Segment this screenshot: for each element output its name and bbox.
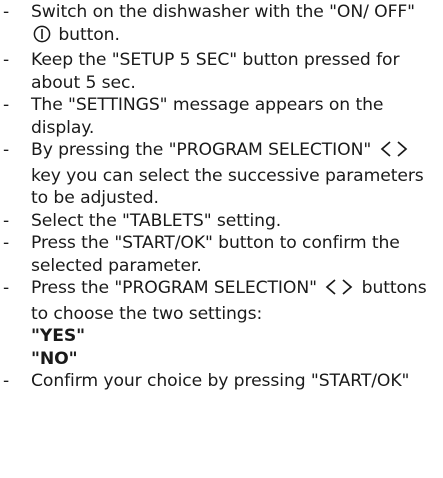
option-yes: "YES"	[31, 326, 85, 346]
step-switch-on: - Switch on the dishwasher with the "ON/ …	[0, 1, 443, 49]
bullet-dash: -	[3, 140, 10, 160]
bullet-dash: -	[3, 233, 10, 253]
step-setup-press: - Keep the "SETUP 5 SEC" button pressed f…	[0, 49, 443, 94]
left-right-arrows-icon	[324, 278, 354, 303]
bullet-dash: -	[3, 50, 10, 70]
step-select-tablets: - Select the "TABLETS" setting.	[0, 210, 443, 233]
bullet-dash: -	[3, 371, 10, 391]
step-choose-settings: - Press the "PROGRAM SELECTION" buttons t…	[0, 277, 443, 370]
bullet-dash: -	[3, 210, 10, 231]
bullet-dash: -	[3, 278, 10, 298]
step-program-selection: - By pressing the "PROGRAM SELECTION" key…	[0, 139, 443, 210]
step-text: Press the "START/OK" button to confirm t…	[31, 233, 400, 276]
step-confirm-parameter: - Press the "START/OK" button to confirm …	[0, 232, 443, 277]
instruction-list: - Switch on the dishwasher with the "ON/ …	[0, 1, 443, 393]
power-icon	[33, 25, 51, 50]
instructions-document: - Switch on the dishwasher with the "ON/ …	[0, 0, 443, 478]
step-text: Press the "PROGRAM SELECTION"	[31, 278, 323, 298]
step-settings-message: - The "SETTINGS" message appears on the d…	[0, 94, 443, 139]
step-text: By pressing the "PROGRAM SELECTION"	[31, 140, 377, 160]
option-no: "NO"	[31, 348, 78, 369]
step-text: Switch on the dishwasher with the "ON/ O…	[31, 2, 415, 22]
step-text: key you can select the successive parame…	[31, 165, 424, 209]
step-confirm-choice: - Confirm your choice by pressing "START/…	[0, 370, 443, 393]
left-right-arrows-icon	[379, 140, 409, 165]
bullet-dash: -	[3, 2, 10, 22]
step-text: button.	[53, 24, 120, 45]
step-text: Select the "TABLETS" setting.	[31, 210, 282, 231]
bullet-dash: -	[3, 95, 10, 115]
step-text: Keep the "SETUP 5 SEC" button pressed fo…	[31, 50, 400, 93]
step-text: The "SETTINGS" message appears on the di…	[31, 95, 384, 138]
step-text: Confirm your choice by pressing "START/O…	[31, 371, 410, 391]
